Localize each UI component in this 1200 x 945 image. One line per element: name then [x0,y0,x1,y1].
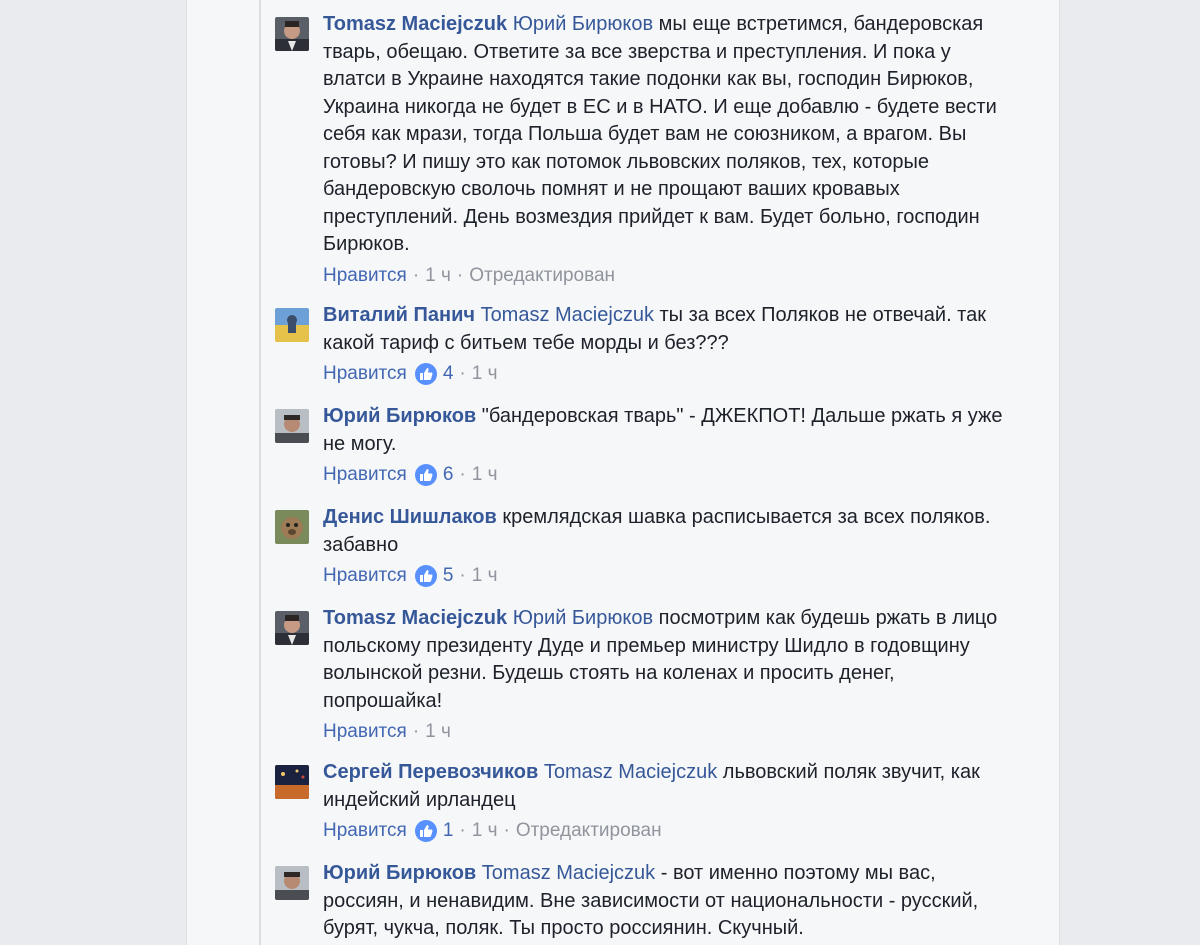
comment-text: Tomasz Maciejczuk Юрий Бирюков мы еще вс… [323,11,1003,259]
separator-dot: · [459,464,466,485]
comment-time[interactable]: 1 ч [472,463,498,487]
comment-time[interactable]: 1 ч [472,819,498,843]
comment-text: Виталий Панич Tomasz Maciejczuk ты за вс… [323,302,1003,357]
author-avatar[interactable] [275,765,309,799]
reply-thread-line [259,0,261,945]
comment-author[interactable]: Денис Шишлаков [323,506,497,528]
comment-mention[interactable]: Tomasz Maciejczuk [482,862,655,884]
like-count[interactable]: 6 [443,463,454,487]
comment-time[interactable]: 1 ч [472,564,498,588]
comment-text: Юрий Бирюков "бандеровская тварь" - ДЖЕК… [323,403,1003,458]
comment-mention[interactable]: Tomasz Maciejczuk [544,761,717,783]
comment-mention[interactable]: Юрий Бирюков [513,13,653,35]
comment-text: Tomasz Maciejczuk Юрий Бирюков посмотрим… [323,605,1003,715]
like-button[interactable]: Нравится [323,819,407,843]
separator-dot: · [412,721,420,742]
thumbs-up-icon[interactable] [414,464,437,486]
like-button[interactable]: Нравится [323,720,407,744]
comment-author[interactable]: Tomasz Maciejczuk [323,13,507,35]
comment-mention[interactable]: Юрий Бирюков [513,607,653,629]
like-button[interactable]: Нравится [323,463,407,487]
thumbs-up-icon[interactable] [414,820,437,842]
comment-text: Сергей Перевозчиков Tomasz Maciejczuk ль… [323,759,1003,814]
author-avatar[interactable] [275,611,309,645]
author-avatar[interactable] [275,409,309,443]
like-button[interactable]: Нравится [323,264,407,288]
comment-actions: Нравится 5 · 1 ч [323,564,1003,588]
comment-mention[interactable]: Tomasz Maciejczuk [481,304,654,326]
author-avatar[interactable] [275,17,309,51]
separator-dot: · [412,264,420,286]
like-button[interactable]: Нравится [323,564,407,588]
comment-author[interactable]: Tomasz Maciejczuk [323,607,507,629]
like-count[interactable]: 1 [443,819,454,843]
comment-author[interactable]: Сергей Перевозчиков [323,761,538,783]
author-avatar[interactable] [275,866,309,900]
comment-actions: Нравится 6 · 1 ч [323,463,1003,487]
separator-dot: · [459,820,466,841]
comment-time[interactable]: 1 ч [425,264,451,288]
edited-label[interactable]: Отредактирован [516,819,662,843]
separator-dot: · [459,565,466,586]
like-button[interactable]: Нравится [323,362,407,386]
author-avatar[interactable] [275,510,309,544]
comment-author[interactable]: Виталий Панич [323,304,475,326]
thumbs-up-icon[interactable] [414,565,437,587]
comment-time[interactable]: 1 ч [425,720,451,744]
separator-dot: · [503,820,510,841]
comment-body: мы еще встретимся, бандеровская тварь, о… [323,13,997,255]
like-count[interactable]: 4 [443,362,454,386]
edited-label[interactable]: Отредактирован [469,264,615,288]
comment-actions: Нравится 1 · 1 ч · Отредактирован [323,819,1003,843]
comment-text: Юрий Бирюков Tomasz Maciejczuk - вот име… [323,860,1003,943]
like-count[interactable]: 5 [443,564,454,588]
comment-time[interactable]: 1 ч [472,362,498,386]
comment-actions: Нравится 4 · 1 ч [323,362,1003,386]
comment-actions: Нравится · 1 ч · Отредактирован [323,264,1003,288]
comment-author[interactable]: Юрий Бирюков [323,862,476,884]
comment-author[interactable]: Юрий Бирюков [323,405,476,427]
comment-text: Денис Шишлаков кремлядская шавка расписы… [323,504,1003,559]
separator-dot: · [456,264,464,286]
author-avatar[interactable] [275,308,309,342]
comment-actions: Нравится · 1 ч [323,720,1003,744]
thumbs-up-icon[interactable] [414,363,437,385]
separator-dot: · [459,363,466,384]
